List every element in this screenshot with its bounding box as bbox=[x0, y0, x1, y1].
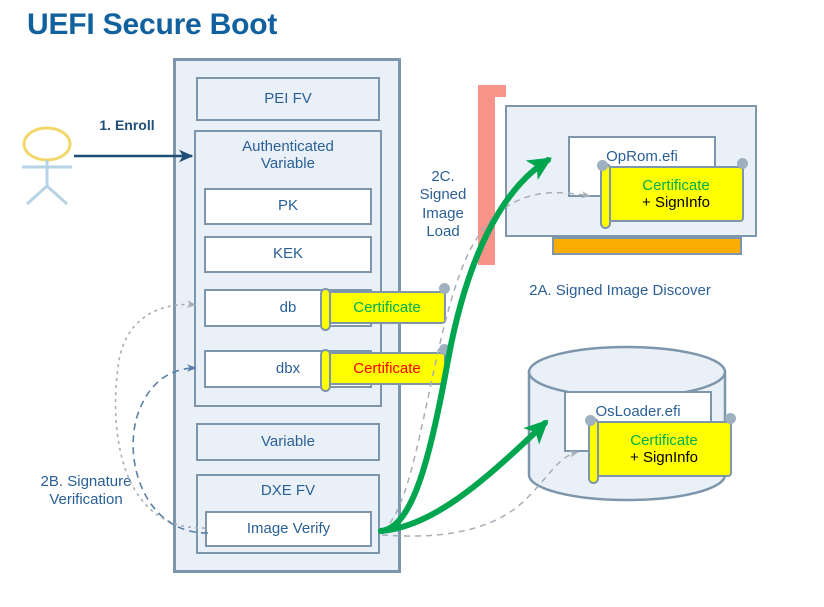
label-signed-image-load: 2C. Signed Image Load bbox=[419, 168, 467, 240]
dxe-fv-label: DXE FV bbox=[260, 482, 316, 499]
oprom-pink-tab bbox=[478, 85, 506, 97]
dbx-certificate-badge[interactable]: Certificate bbox=[316, 344, 450, 392]
scroll-roll-icon bbox=[588, 418, 599, 484]
variable-box[interactable]: Variable bbox=[196, 423, 380, 461]
oprom-certificate-badge[interactable]: Certificate + SignInfo bbox=[596, 158, 748, 229]
image-verify-box[interactable]: Image Verify bbox=[205, 511, 372, 547]
kek-box[interactable]: KEK bbox=[204, 236, 372, 273]
scroll-roll-icon bbox=[320, 288, 331, 331]
scroll-roll-icon bbox=[600, 163, 611, 229]
oprom-pink-bracket bbox=[478, 85, 495, 265]
oprom-certificate-line1: Certificate bbox=[642, 176, 710, 194]
scroll-knob-right-icon bbox=[439, 283, 450, 294]
db-certificate-label: Certificate bbox=[353, 298, 421, 316]
dbx-certificate-sheet: Certificate bbox=[328, 352, 446, 385]
oprom-certificate-line2: + SignInfo bbox=[642, 194, 710, 211]
label-signature-verification: 2B. Signature Verification bbox=[40, 473, 132, 509]
scroll-knob-left-icon bbox=[597, 160, 608, 171]
oprom-efi-label: OpRom.efi bbox=[606, 148, 678, 166]
db-certificate-sheet: Certificate bbox=[328, 291, 446, 324]
osloader-certificate-badge[interactable]: Certificate + SignInfo bbox=[584, 413, 736, 484]
label-signed-image-discover: 2A. Signed Image Discover bbox=[529, 282, 711, 299]
osloader-certificate-line2: + SignInfo bbox=[630, 449, 698, 466]
pei-fv-box[interactable]: PEI FV bbox=[196, 77, 380, 121]
user-actor-icon bbox=[22, 126, 72, 206]
scroll-knob-right-icon bbox=[439, 344, 450, 355]
authenticated-variable-label: Authenticated Variable bbox=[242, 138, 334, 172]
osloader-certificate-line1: Certificate bbox=[630, 431, 698, 449]
pk-box[interactable]: PK bbox=[204, 188, 372, 225]
page-title: UEFI Secure Boot bbox=[27, 8, 278, 41]
scroll-knob-left-icon bbox=[585, 415, 596, 426]
verify-to-osloader-cert-connector bbox=[381, 450, 579, 537]
oprom-connector-strip bbox=[552, 237, 742, 255]
scroll-roll-icon bbox=[320, 349, 331, 392]
db-certificate-badge[interactable]: Certificate bbox=[316, 283, 450, 331]
diagram-canvas: UEFI Secure Boot 1. Enroll PEI FV Authen… bbox=[0, 0, 824, 607]
label-enroll: 1. Enroll bbox=[99, 117, 155, 133]
signed-image-discover-arrow bbox=[378, 419, 549, 534]
dbx-certificate-label: Certificate bbox=[353, 359, 421, 377]
scroll-knob-right-icon bbox=[725, 413, 736, 424]
osloader-certificate-sheet: Certificate + SignInfo bbox=[596, 421, 732, 477]
scroll-knob-right-icon bbox=[737, 158, 748, 169]
oprom-certificate-sheet: Certificate + SignInfo bbox=[608, 166, 744, 222]
osloader-efi-label: OsLoader.efi bbox=[595, 403, 681, 421]
